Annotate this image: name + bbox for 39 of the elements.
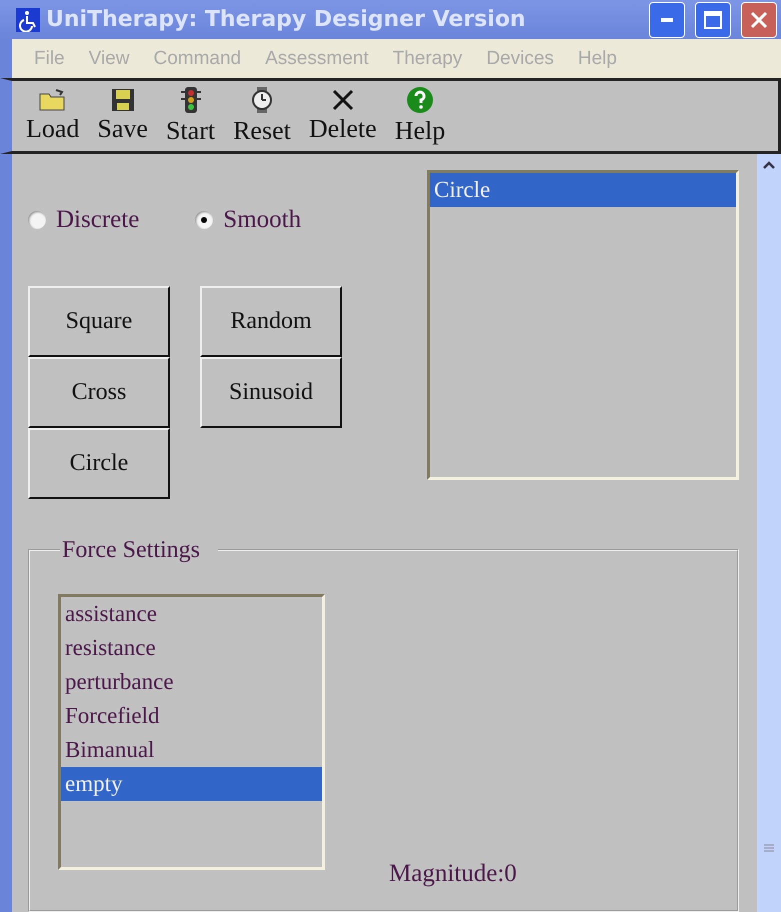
toolbar-button[interactable]: Help <box>394 86 446 146</box>
shape-list[interactable]: Circle <box>427 170 739 480</box>
toolbar-button[interactable]: Load <box>26 88 80 144</box>
window-title: UniTherapy: Therapy Designer Version <box>46 7 527 32</box>
list-item[interactable]: Forcefield <box>61 698 322 733</box>
shape-button[interactable]: Sinusoid <box>200 356 342 428</box>
maximize-button[interactable] <box>695 2 731 38</box>
shape-button[interactable]: Cross <box>28 356 170 428</box>
watch-icon <box>250 86 274 114</box>
minimize-icon <box>661 18 673 22</box>
close-icon <box>330 88 355 112</box>
list-item[interactable]: resistance <box>61 630 322 665</box>
minimize-button[interactable] <box>649 2 685 38</box>
traffic-light-icon <box>178 86 203 114</box>
radio-button[interactable]: Smooth <box>195 206 302 234</box>
toolbar-button[interactable]: Start <box>166 86 216 146</box>
toolbar-button[interactable]: Reset <box>233 86 291 146</box>
list-item[interactable]: perturbance <box>61 664 322 699</box>
scroll-up-icon <box>762 160 776 170</box>
group-title: Force Settings <box>61 536 201 564</box>
radio-button[interactable]: Discrete <box>28 206 140 234</box>
list-item[interactable]: Circle <box>430 172 736 207</box>
grip-icon <box>764 844 774 852</box>
close-button[interactable] <box>741 2 777 38</box>
toolbar-button[interactable]: Delete <box>308 88 377 144</box>
list-item[interactable]: Bimanual <box>61 732 322 767</box>
wheelchair-icon <box>16 8 40 32</box>
shape-button[interactable]: Random <box>200 286 342 357</box>
shape-button[interactable]: Square <box>28 286 170 357</box>
magnitude-label: Magnitude:0 <box>389 860 517 888</box>
close-icon <box>750 10 768 29</box>
list-item[interactable]: empty <box>61 766 322 801</box>
list-item[interactable]: assistance <box>61 596 322 631</box>
force-list[interactable]: assistance resistance perturbance Forcefield Bimanual empty <box>58 594 325 870</box>
toolbar-button[interactable]: Save <box>97 88 148 144</box>
scrollbar[interactable] <box>757 154 781 912</box>
shape-button[interactable]: Circle <box>28 428 170 499</box>
help-icon <box>406 86 434 114</box>
maximize-icon <box>704 10 722 29</box>
